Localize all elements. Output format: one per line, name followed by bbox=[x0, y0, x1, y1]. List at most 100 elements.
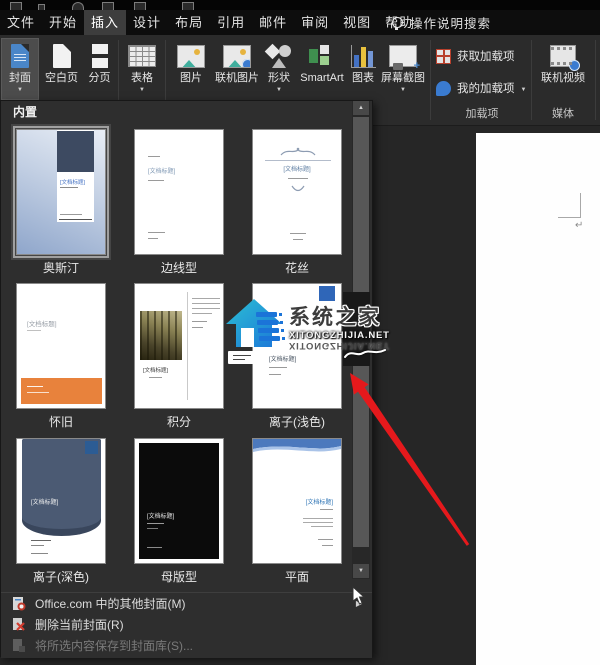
my-addins-button[interactable]: 我的加载项 ▼ bbox=[436, 77, 526, 99]
gallery-footer-menu: Office.com 中的其他封面(M) ▶ 删除当前封面(R) 将所选内容保存… bbox=[1, 592, 372, 658]
scrollbar-thumb[interactable] bbox=[353, 117, 369, 547]
addin-icon bbox=[436, 81, 451, 96]
online-pictures-button[interactable]: 联机图片 bbox=[212, 39, 262, 99]
tab-view[interactable]: 视图 bbox=[336, 10, 378, 35]
cover-thumbnail: [文档标题] bbox=[252, 438, 342, 564]
menu-item-more-covers[interactable]: Office.com 中的其他封面(M) ▶ bbox=[1, 593, 372, 614]
menu-item-remove-cover[interactable]: 删除当前封面(R) bbox=[1, 614, 372, 635]
placeholder-line bbox=[269, 374, 281, 375]
remove-cover-icon bbox=[11, 617, 26, 632]
placeholder-line bbox=[192, 321, 207, 322]
gallery-scrollbar[interactable]: ▲ ▼ bbox=[352, 101, 370, 579]
thumb-decoration bbox=[85, 441, 98, 454]
chart-button[interactable]: 图表 bbox=[348, 39, 378, 99]
word-window: 文件 开始 插入 设计 布局 引用 邮件 审阅 视图 帮助 操作说明搜索 封面 … bbox=[0, 0, 600, 665]
flourish-ornament-icon bbox=[291, 184, 305, 193]
cover-template-label: 花丝 bbox=[238, 259, 356, 276]
cover-template-integral[interactable]: [文档标题] 积分 bbox=[134, 283, 224, 428]
shapes-button[interactable]: 形状 ▼ bbox=[263, 39, 295, 99]
cover-thumbnail: [文档标题] bbox=[134, 438, 224, 564]
cover-template-master[interactable]: [文档标题] 母版型 bbox=[134, 438, 224, 583]
smartart-icon bbox=[309, 41, 335, 71]
chevron-down-icon: ▼ bbox=[400, 86, 406, 94]
tab-file[interactable]: 文件 bbox=[0, 10, 42, 35]
cover-template-sideline[interactable]: [文档标题] 边线型 bbox=[134, 129, 224, 274]
cover-template-austin[interactable]: [文档标题] 奥斯汀 bbox=[16, 129, 106, 274]
smartart-button[interactable]: SmartArt bbox=[296, 39, 348, 99]
pictures-button[interactable]: 图片 bbox=[171, 39, 211, 99]
online-video-icon bbox=[550, 41, 576, 71]
tell-me-label: 操作说明搜索 bbox=[410, 13, 491, 32]
cover-template-ion-light[interactable]: [文档标题] 离子(浅色) bbox=[252, 283, 342, 428]
margin-corner-mark bbox=[558, 217, 580, 218]
ribbon-tabbar: 文件 开始 插入 设计 布局 引用 邮件 审阅 视图 帮助 操作说明搜索 bbox=[0, 10, 600, 35]
placeholder-line bbox=[148, 156, 160, 157]
tab-review[interactable]: 审阅 bbox=[294, 10, 336, 35]
document-page[interactable]: ↵ bbox=[476, 133, 600, 665]
ribbon-separator bbox=[430, 40, 431, 120]
cover-template-filigree[interactable]: [文档标题] 花丝 bbox=[252, 129, 342, 274]
cover-template-ion-dark[interactable]: [文档标题] 离子(深色) bbox=[16, 438, 106, 583]
cover-template-facet[interactable]: [文档标题] 平面 bbox=[252, 438, 342, 583]
table-button[interactable]: 表格 ▼ bbox=[122, 39, 162, 99]
tab-mailings[interactable]: 邮件 bbox=[252, 10, 294, 35]
placeholder-line bbox=[31, 553, 48, 554]
placeholder-line bbox=[288, 178, 308, 179]
placeholder-line bbox=[192, 303, 220, 304]
blank-page-button[interactable]: 空白页 bbox=[40, 39, 83, 99]
office-cover-icon bbox=[11, 596, 26, 611]
tab-layout[interactable]: 布局 bbox=[168, 10, 210, 35]
online-video-button[interactable]: 联机视频 bbox=[537, 39, 589, 99]
cover-thumbnail: [文档标题] bbox=[134, 283, 224, 409]
cover-template-label: 积分 bbox=[120, 413, 238, 430]
tab-home[interactable]: 开始 bbox=[42, 10, 84, 35]
cover-template-label: 边线型 bbox=[120, 259, 238, 276]
placeholder-line bbox=[27, 392, 49, 393]
placeholder-line bbox=[59, 219, 92, 220]
scroll-down-button[interactable]: ▼ bbox=[353, 564, 369, 578]
cover-thumbnail: [文档标题] bbox=[252, 129, 342, 255]
chevron-down-icon: ▼ bbox=[521, 86, 527, 94]
chevron-down-icon: ▼ bbox=[17, 86, 23, 94]
placeholder-line bbox=[60, 187, 78, 188]
placeholder-line bbox=[31, 545, 44, 546]
ribbon-separator bbox=[531, 40, 532, 120]
cover-thumbnail: [文档标题] bbox=[16, 129, 106, 255]
cover-template-label: 母版型 bbox=[120, 568, 238, 585]
thumb-photo bbox=[140, 311, 182, 360]
screenshot-icon: + bbox=[389, 41, 417, 71]
thumb-decoration bbox=[319, 286, 335, 301]
cover-template-label: 怀旧 bbox=[2, 413, 120, 430]
margin-corner-mark bbox=[580, 193, 581, 218]
cover-page-button[interactable]: 封面 ▼ bbox=[2, 39, 38, 99]
placeholder-line bbox=[303, 518, 333, 519]
page-break-button[interactable]: 分页 bbox=[84, 39, 115, 99]
tab-design[interactable]: 设计 bbox=[126, 10, 168, 35]
tab-references[interactable]: 引用 bbox=[210, 10, 252, 35]
placeholder-line bbox=[31, 540, 51, 541]
lightbulb-icon bbox=[392, 17, 403, 28]
placeholder-line bbox=[318, 539, 333, 540]
placeholder-line bbox=[192, 298, 220, 299]
placeholder-line bbox=[27, 330, 41, 331]
ribbon-separator bbox=[595, 40, 596, 120]
tell-me-search[interactable]: 操作说明搜索 bbox=[392, 10, 491, 35]
cover-template-label: 离子(深色) bbox=[2, 568, 120, 585]
thumb-decoration: [文档标题] bbox=[139, 443, 219, 559]
get-addins-button[interactable]: 获取加载项 bbox=[436, 45, 515, 67]
placeholder-line bbox=[148, 232, 165, 233]
thumb-decoration bbox=[57, 131, 94, 172]
placeholder-line bbox=[265, 160, 331, 161]
placeholder-line bbox=[149, 377, 162, 378]
cover-template-retrospect[interactable]: [文档标题] 怀旧 bbox=[16, 283, 106, 428]
scroll-up-button[interactable]: ▲ bbox=[353, 101, 369, 115]
cover-thumbnail: [文档标题] bbox=[16, 283, 106, 409]
cover-page-icon bbox=[11, 41, 29, 71]
submenu-arrow-icon: ▶ bbox=[356, 599, 362, 608]
screenshot-button[interactable]: + 屏幕截图 ▼ bbox=[379, 39, 427, 99]
menu-item-save-selection[interactable]: 将所选内容保存到封面库(S)... bbox=[1, 635, 372, 656]
placeholder-line bbox=[147, 528, 158, 529]
tab-insert[interactable]: 插入 bbox=[84, 10, 126, 35]
thumb-decoration bbox=[187, 292, 188, 400]
placeholder-line bbox=[290, 233, 306, 234]
